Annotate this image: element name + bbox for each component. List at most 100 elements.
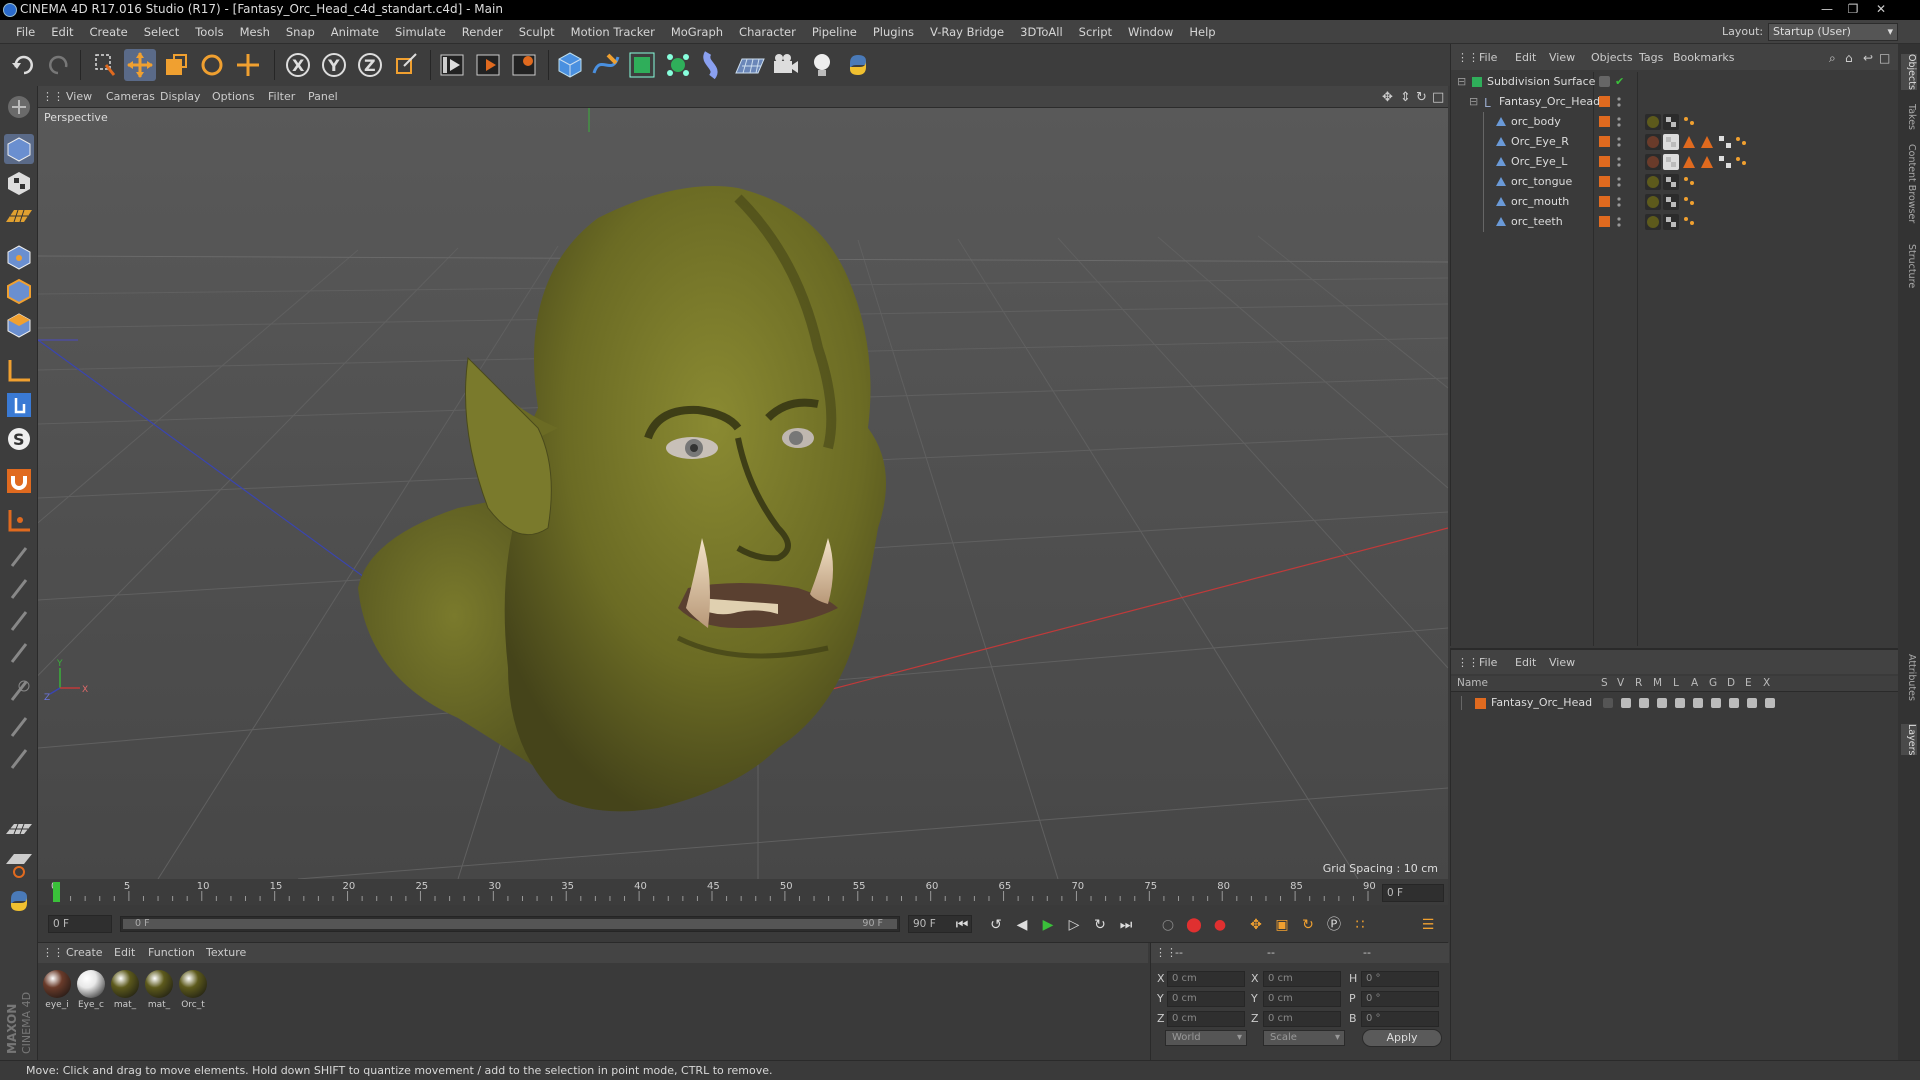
- menu-animate[interactable]: Animate: [323, 20, 387, 44]
- object-row[interactable]: Orc_Eye_L: [1451, 152, 1899, 172]
- home-icon[interactable]: ⌂: [1845, 51, 1853, 65]
- deformers-icon[interactable]: [1729, 698, 1739, 708]
- object-name[interactable]: orc_teeth: [1511, 215, 1563, 228]
- timeline-playhead[interactable]: [53, 882, 60, 902]
- viewport-zoom-icon[interactable]: ⇕: [1400, 90, 1411, 105]
- object-row[interactable]: ⊟ Subdivision Surface ✔: [1451, 72, 1899, 92]
- pen-spline-icon[interactable]: [590, 49, 622, 81]
- animation-icon[interactable]: [1693, 698, 1703, 708]
- object-row[interactable]: orc_teeth: [1451, 212, 1899, 232]
- material-tag-icon[interactable]: [1645, 114, 1661, 130]
- record-keys-icon[interactable]: ○: [1156, 913, 1180, 937]
- new-window-icon[interactable]: □: [1879, 51, 1890, 65]
- points-mode-icon[interactable]: [4, 242, 34, 272]
- viewport-menu-options[interactable]: Options: [212, 90, 254, 103]
- cloner-icon[interactable]: [662, 49, 694, 81]
- light-icon[interactable]: [806, 49, 838, 81]
- menu-simulate[interactable]: Simulate: [387, 20, 454, 44]
- coord-rot-field[interactable]: 0 °: [1361, 971, 1439, 987]
- side-tab-layers[interactable]: Layers: [1901, 724, 1917, 756]
- redo-button[interactable]: [42, 49, 74, 81]
- material-tag-icon[interactable]: [1645, 174, 1661, 190]
- polygons-mode-icon[interactable]: [4, 310, 34, 340]
- object-row[interactable]: Orc_Eye_R: [1451, 132, 1899, 152]
- object-row[interactable]: orc_mouth: [1451, 192, 1899, 212]
- menu-file[interactable]: File: [8, 20, 43, 44]
- viewport-rotate-icon[interactable]: ↻: [1416, 90, 1427, 105]
- edit-toggle-icon[interactable]: [1599, 76, 1610, 87]
- brush-tool-icon[interactable]: [4, 542, 34, 572]
- move-tool-icon[interactable]: [124, 49, 156, 81]
- manager-icon[interactable]: [1657, 698, 1667, 708]
- menu-select[interactable]: Select: [136, 20, 187, 44]
- workplane-icon[interactable]: [4, 202, 34, 232]
- live-selection-icon[interactable]: [88, 49, 120, 81]
- layer-color-icon[interactable]: [1599, 96, 1610, 107]
- view-icon[interactable]: [1621, 698, 1631, 708]
- x-axis-lock-icon[interactable]: X: [282, 49, 314, 81]
- object-name[interactable]: orc_mouth: [1511, 195, 1569, 208]
- material-tag-icon[interactable]: [1645, 214, 1661, 230]
- render-settings-icon[interactable]: [508, 49, 540, 81]
- z-axis-lock-icon[interactable]: Z: [354, 49, 386, 81]
- selection-tag-icon[interactable]: [1681, 194, 1697, 210]
- frame-range-handle[interactable]: [123, 919, 897, 929]
- axis-snap-icon[interactable]: [4, 506, 34, 536]
- tree-collapse-icon[interactable]: ⊟: [1469, 95, 1478, 108]
- position-key-icon[interactable]: ✥: [1244, 913, 1268, 937]
- coord-pos-field[interactable]: 0 cm: [1167, 1011, 1245, 1027]
- expressions-icon[interactable]: [1747, 698, 1757, 708]
- material-menu-create[interactable]: Create: [66, 946, 103, 959]
- coord-pos-field[interactable]: 0 cm: [1167, 971, 1245, 987]
- python-icon[interactable]: [842, 49, 874, 81]
- visibility-dots-icon[interactable]: [1617, 96, 1621, 108]
- go-to-end-button[interactable]: ⏭: [1114, 913, 1138, 937]
- uv-grid-icon[interactable]: [4, 816, 34, 846]
- layer-color-icon[interactable]: [1599, 136, 1610, 147]
- bridge-tool-icon[interactable]: [4, 744, 34, 774]
- menu-snap[interactable]: Snap: [278, 20, 323, 44]
- layout-select[interactable]: Startup (User) ▾: [1768, 23, 1898, 41]
- layer-menu-edit[interactable]: Edit: [1515, 656, 1536, 669]
- selection-tag-icon[interactable]: [1681, 214, 1697, 230]
- phong-tag-icon[interactable]: [1681, 134, 1697, 150]
- side-tab-takes[interactable]: Takes: [1901, 104, 1917, 130]
- play-button[interactable]: ▶: [1036, 913, 1060, 937]
- material-swatch[interactable]: mat_: [110, 970, 140, 1012]
- coord-rot-field[interactable]: 0 °: [1361, 1011, 1439, 1027]
- restore-icon[interactable]: ❐: [1842, 0, 1864, 18]
- layer-menu-view[interactable]: View: [1549, 656, 1575, 669]
- texture-tag-icon[interactable]: [1663, 214, 1679, 230]
- material-swatch[interactable]: eye_i: [42, 970, 72, 1012]
- layer-color-icon[interactable]: [1599, 196, 1610, 207]
- viewport-menu-display[interactable]: Display: [160, 90, 201, 103]
- start-frame-field[interactable]: 0 F: [48, 915, 112, 933]
- frame-range-slider[interactable]: 0 F 90 F: [120, 916, 900, 932]
- tree-collapse-icon[interactable]: ⊟: [1457, 75, 1466, 88]
- subdivision-surface-icon[interactable]: [626, 49, 658, 81]
- layer-name[interactable]: Fantasy_Orc_Head: [1491, 696, 1592, 709]
- scale-key-icon[interactable]: ▣: [1270, 913, 1294, 937]
- layer-color-icon[interactable]: [1599, 216, 1610, 227]
- loop-tool-icon[interactable]: [4, 712, 34, 742]
- viewport-menu-panel[interactable]: Panel: [308, 90, 338, 103]
- menu-help[interactable]: Help: [1181, 20, 1223, 44]
- selection-tag-icon[interactable]: [1681, 174, 1697, 190]
- menu-render[interactable]: Render: [454, 20, 511, 44]
- scale-tool-icon[interactable]: [160, 49, 192, 81]
- edges-mode-icon[interactable]: [4, 276, 34, 306]
- object-name[interactable]: Orc_Eye_R: [1511, 135, 1569, 148]
- object-row[interactable]: orc_body: [1451, 112, 1899, 132]
- texture-tag-icon[interactable]: [1663, 154, 1679, 170]
- phong-tag-icon[interactable]: [1681, 154, 1697, 170]
- object-menu-edit[interactable]: Edit: [1515, 51, 1536, 64]
- camera-icon[interactable]: [770, 49, 802, 81]
- selection-tag-icon[interactable]: [1681, 114, 1697, 130]
- minimize-icon[interactable]: —: [1816, 0, 1838, 18]
- model-mode-icon[interactable]: [4, 134, 34, 164]
- visibility-dots-icon[interactable]: [1617, 136, 1621, 148]
- object-name[interactable]: orc_body: [1511, 115, 1561, 128]
- coordinate-space-select[interactable]: World ▾: [1165, 1030, 1247, 1046]
- object-name[interactable]: Fantasy_Orc_Head: [1499, 95, 1600, 108]
- coord-rot-field[interactable]: 0 °: [1361, 991, 1439, 1007]
